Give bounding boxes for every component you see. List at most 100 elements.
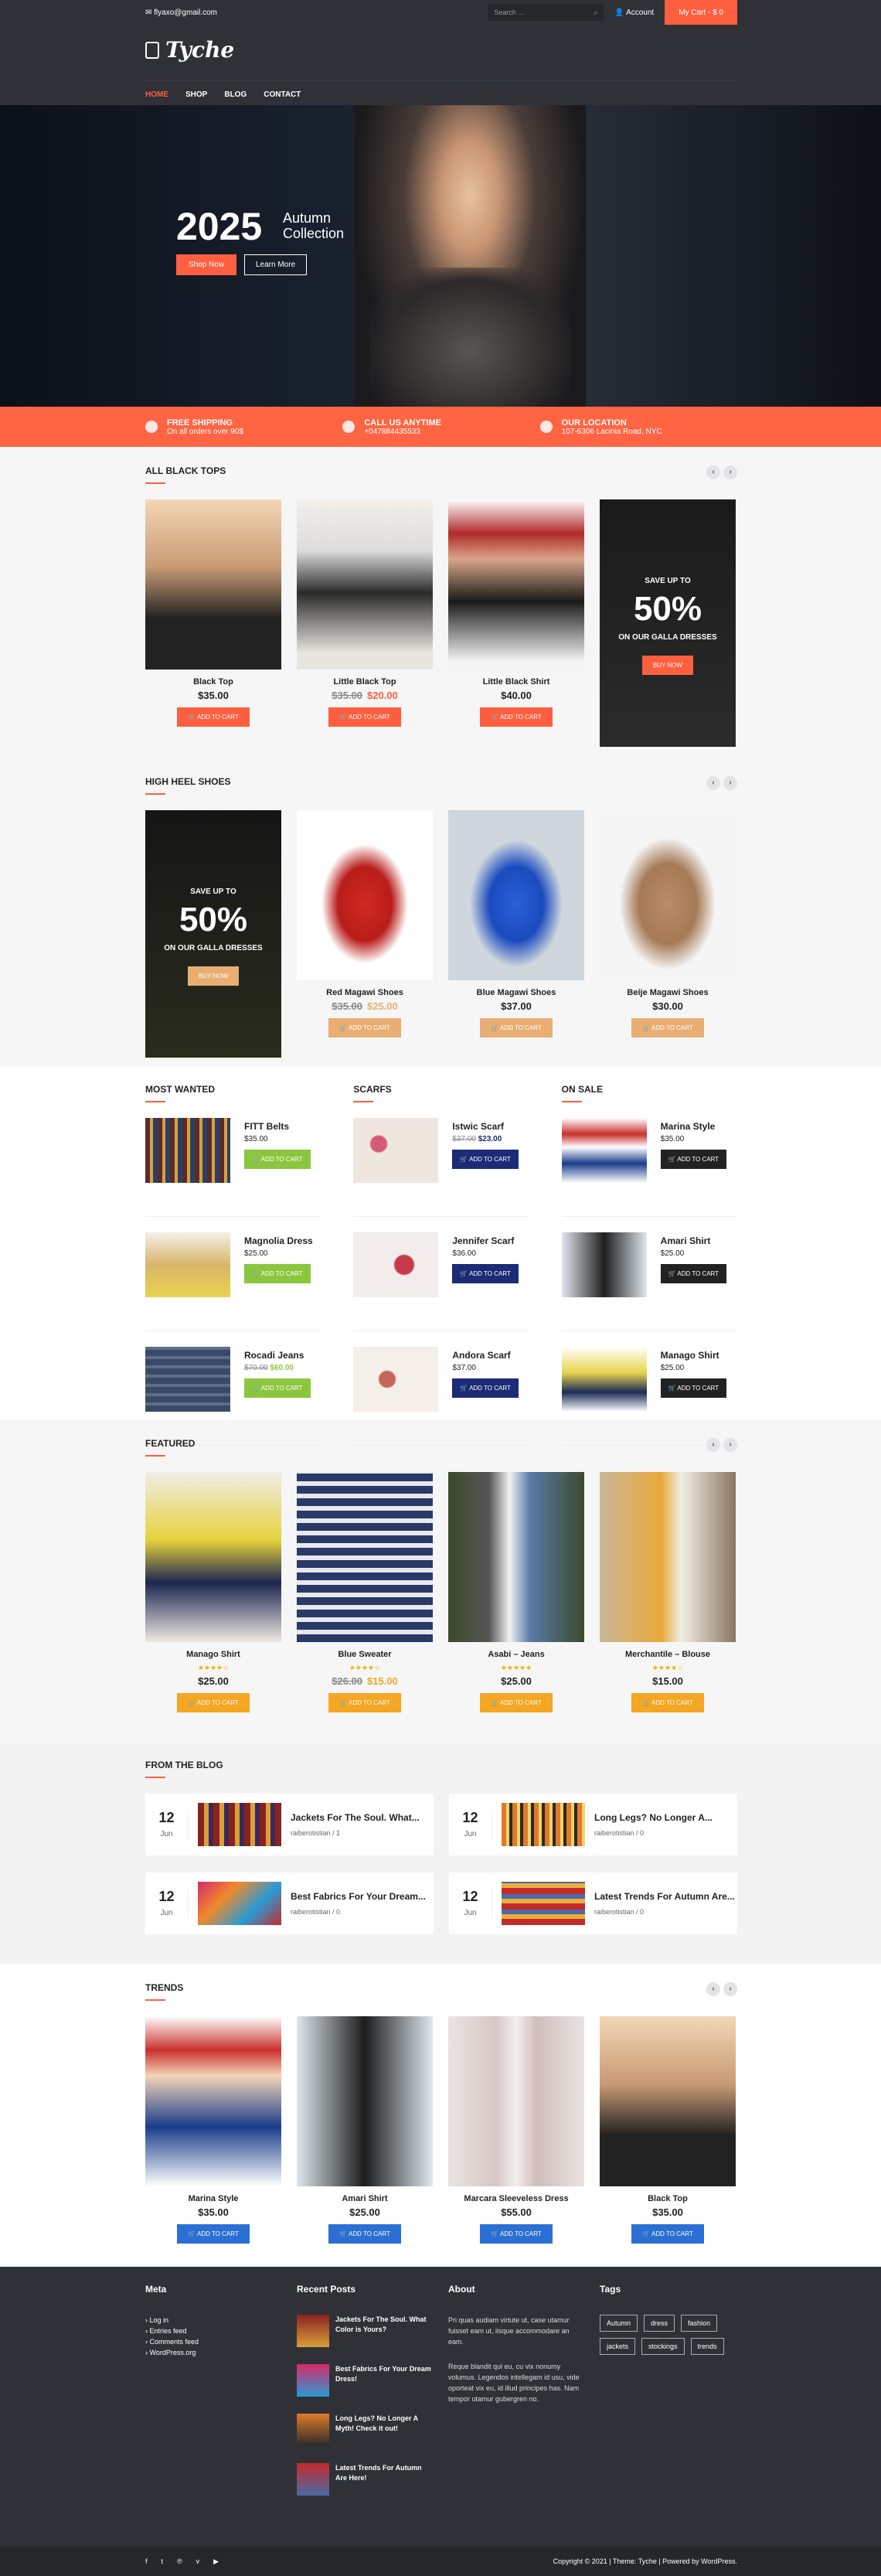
youtube-icon[interactable]: ▶ — [213, 2557, 219, 2566]
product-image[interactable] — [448, 810, 584, 980]
add-to-cart-button[interactable]: 🛒 ADD TO CART — [452, 1150, 519, 1169]
add-to-cart-button[interactable]: 🛒 ADD TO CART — [452, 1378, 519, 1398]
product-thumb[interactable] — [561, 1232, 647, 1297]
add-to-cart-button[interactable]: 🛒 ADD TO CART — [480, 2224, 553, 2244]
arrow-left-icon[interactable]: ‹ — [706, 1982, 720, 1996]
recent-post[interactable]: Jackets For The Soul. What Color is Your… — [297, 2315, 433, 2347]
product-image[interactable] — [145, 2016, 281, 2186]
learn-more-button[interactable]: Learn More — [244, 254, 308, 275]
product-name[interactable]: Amari Shirt — [297, 2194, 433, 2203]
product-name[interactable]: Marcara Sleeveless Dress — [448, 2194, 584, 2203]
add-to-cart-button[interactable]: 🛒 ADD TO CART — [328, 707, 401, 727]
product-image[interactable] — [600, 1472, 736, 1642]
post-thumb[interactable] — [297, 2414, 329, 2446]
post-thumb[interactable] — [297, 2364, 329, 2397]
shop-now-button[interactable]: Shop Now — [176, 254, 237, 275]
list-item[interactable]: Andora Scarf $37.00 🛒 ADD TO CART — [353, 1347, 529, 1446]
product-image[interactable] — [297, 810, 433, 980]
product-name[interactable]: Andora Scarf — [452, 1350, 519, 1361]
add-to-cart-button[interactable]: 🛒 ADD TO CART — [631, 1018, 704, 1038]
tag-link[interactable]: fashion — [681, 2315, 718, 2332]
buy-now-button[interactable]: BUY NOW — [187, 966, 240, 986]
post-thumb[interactable] — [198, 1882, 281, 1925]
product-card[interactable]: Merchantile – Blouse ★★★★☆ $15.00 🛒 ADD … — [600, 1472, 736, 1712]
product-name[interactable]: Merchantile – Blouse — [600, 1650, 736, 1659]
nav-home[interactable]: HOME — [145, 90, 168, 99]
product-image[interactable] — [448, 2016, 584, 2186]
add-to-cart-button[interactable]: 🛒 ADD TO CART — [631, 2224, 704, 2244]
vimeo-icon[interactable]: v — [196, 2557, 200, 2566]
product-card[interactable]: Marina Style $35.00 🛒 ADD TO CART — [145, 2016, 281, 2244]
list-item[interactable]: Amari Shirt $25.00 🛒 ADD TO CART — [561, 1232, 737, 1331]
product-card[interactable]: Blue Magawi Shoes $37.00 🛒 ADD TO CART — [448, 810, 584, 1058]
add-to-cart-button[interactable]: 🛒 ADD TO CART — [244, 1264, 311, 1283]
product-card[interactable]: Marcara Sleeveless Dress $55.00 🛒 ADD TO… — [448, 2016, 584, 2244]
product-thumb[interactable] — [145, 1232, 230, 1297]
product-card[interactable]: Little Black Top $35.00 $20.00 🛒 ADD TO C… — [297, 499, 433, 747]
nav-contact[interactable]: CONTACT — [264, 90, 301, 99]
product-name[interactable]: Manago Shirt — [145, 1650, 281, 1659]
post-thumb[interactable] — [297, 2463, 329, 2496]
product-image[interactable] — [448, 1472, 584, 1642]
search-input[interactable]: Search ... ⌕ — [488, 4, 604, 21]
product-card[interactable]: Black Top $35.00 🛒 ADD TO CART — [600, 2016, 736, 2244]
product-name[interactable]: Little Black Top — [297, 677, 433, 687]
arrow-left-icon[interactable]: ‹ — [706, 776, 720, 790]
post-title[interactable]: Jackets For The Soul. What... — [291, 1812, 420, 1823]
product-card[interactable]: Beije Magawi Shoes $30.00 🛒 ADD TO CART — [600, 810, 736, 1058]
product-name[interactable]: Amari Shirt — [661, 1235, 727, 1246]
product-name[interactable]: Marina Style — [661, 1121, 727, 1132]
cart-button[interactable]: My Cart - $ 0 — [665, 0, 737, 25]
add-to-cart-button[interactable]: 🛒 ADD TO CART — [177, 1693, 250, 1712]
arrow-right-icon[interactable]: › — [723, 776, 737, 790]
add-to-cart-button[interactable]: 🛒 ADD TO CART — [244, 1378, 311, 1398]
product-name[interactable]: Blue Sweater — [297, 1650, 433, 1659]
list-item[interactable]: Manago Shirt $25.00 🛒 ADD TO CART — [561, 1347, 737, 1446]
product-name[interactable]: Magnolia Dress — [244, 1235, 313, 1246]
add-to-cart-button[interactable]: 🛒 ADD TO CART — [480, 1693, 553, 1712]
footer-link[interactable]: › Entries feed — [145, 2326, 281, 2336]
product-thumb[interactable] — [145, 1347, 230, 1412]
post-thumb[interactable] — [502, 1803, 585, 1846]
footer-link[interactable]: › Comments feed — [145, 2336, 281, 2347]
product-name[interactable]: Rocadi Jeans — [244, 1350, 311, 1361]
arrow-left-icon[interactable]: ‹ — [706, 465, 720, 479]
product-name[interactable]: Beije Magawi Shoes — [600, 988, 736, 997]
post-thumb[interactable] — [198, 1803, 281, 1846]
site-logo[interactable]: Tyche — [145, 37, 234, 63]
tag-link[interactable]: trends — [690, 2338, 724, 2355]
add-to-cart-button[interactable]: 🛒 ADD TO CART — [328, 1018, 401, 1038]
product-name[interactable]: Istwic Scarf — [452, 1121, 519, 1132]
recent-post[interactable]: Long Legs? No Longer A Myth! Check it ou… — [297, 2414, 433, 2446]
add-to-cart-button[interactable]: 🛒 ADD TO CART — [660, 1378, 727, 1398]
product-card[interactable]: Manago Shirt ★★★★☆ $25.00 🛒 ADD TO CART — [145, 1472, 281, 1712]
product-name[interactable]: Blue Magawi Shoes — [448, 988, 584, 997]
add-to-cart-button[interactable]: 🛒 ADD TO CART — [328, 2224, 401, 2244]
add-to-cart-button[interactable]: 🛒 ADD TO CART — [660, 1264, 727, 1283]
product-card[interactable]: Asabi – Jeans ★★★★★ $25.00 🛒 ADD TO CART — [448, 1472, 584, 1712]
nav-blog[interactable]: BLOG — [224, 90, 247, 99]
blog-post[interactable]: 12 Jun Jackets For The Soul. What... raiber… — [145, 1794, 434, 1855]
post-title[interactable]: Latest Trends For Autumn Are... — [594, 1891, 735, 1902]
arrow-right-icon[interactable]: › — [723, 1982, 737, 1996]
post-title[interactable]: Best Fabrics For Your Dream... — [291, 1891, 426, 1902]
email-link[interactable]: ✉ flyaxo@gmail.com — [145, 9, 488, 17]
facebook-icon[interactable]: f — [145, 2557, 148, 2566]
search-icon[interactable]: ⌕ — [594, 9, 597, 17]
add-to-cart-button[interactable]: 🛒 ADD TO CART — [177, 707, 250, 727]
add-to-cart-button[interactable]: 🛒 ADD TO CART — [660, 1150, 727, 1169]
product-card[interactable]: Red Magawi Shoes $35.00 $25.00 🛒 ADD TO C… — [297, 810, 433, 1058]
product-image[interactable] — [600, 2016, 736, 2186]
product-card[interactable]: Little Black Shirt $40.00 🛒 ADD TO CART — [448, 499, 584, 747]
recent-post[interactable]: Latest Trends For Autumn Are Here! — [297, 2463, 433, 2496]
product-image[interactable] — [297, 499, 433, 670]
product-thumb[interactable] — [353, 1232, 439, 1297]
add-to-cart-button[interactable]: 🛒 ADD TO CART — [480, 707, 553, 727]
arrow-left-icon[interactable]: ‹ — [706, 1438, 720, 1452]
post-thumb[interactable] — [297, 2315, 329, 2347]
product-name[interactable]: FITT Belts — [244, 1121, 311, 1132]
product-card[interactable]: Black Top $35.00 🛒 ADD TO CART — [145, 499, 281, 747]
post-title[interactable]: Long Legs? No Longer A... — [594, 1812, 713, 1823]
product-image[interactable] — [600, 810, 736, 980]
product-card[interactable]: Blue Sweater ★★★★☆ $26.00 $15.00 🛒 ADD TO… — [297, 1472, 433, 1712]
